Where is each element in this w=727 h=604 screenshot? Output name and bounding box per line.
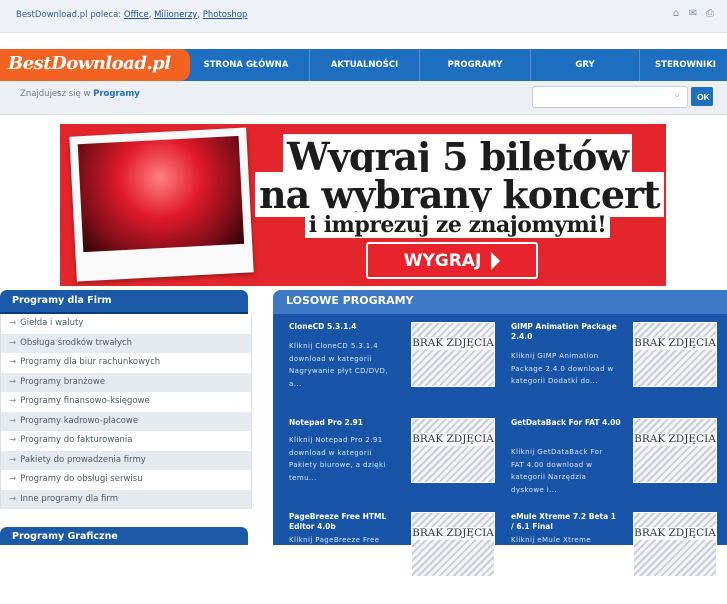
arrow-icon: → bbox=[9, 337, 17, 348]
sidebar-item[interactable]: → Programy finansowo-księgowe bbox=[1, 392, 251, 412]
sidebar-item[interactable]: → Programy branżowe bbox=[1, 372, 251, 392]
banner-win-button[interactable]: WYGRAJ bbox=[366, 242, 538, 279]
banner-line-3: i imprezuj ze znajomymi! bbox=[255, 212, 660, 238]
random-programs-panel: LOSOWE PROGRAMY CloneCD 5.3.1.4 Kliknij … bbox=[273, 290, 727, 577]
program-name[interactable]: Notepad Pro 2.91 bbox=[289, 418, 399, 428]
mail-icon[interactable]: ✉ bbox=[688, 9, 698, 19]
program-card[interactable]: eMule Xtreme 7.2 Beta 1 / 6.1 Final Klik… bbox=[511, 512, 727, 604]
sidebar-item[interactable]: → Inne programy dla firm bbox=[1, 489, 251, 509]
program-name[interactable]: GetDataBack For FAT 4.00 bbox=[511, 418, 621, 428]
link-photoshop[interactable]: Photoshop bbox=[203, 10, 248, 20]
program-card[interactable]: Notepad Pro 2.91 Kliknij Notepad Pro 2.9… bbox=[289, 418, 507, 510]
search-input[interactable] bbox=[533, 90, 675, 108]
sidebar-item[interactable]: → Programy dla biur rachunkowych bbox=[1, 353, 251, 373]
arrow-icon: → bbox=[9, 454, 17, 465]
sidebar-item[interactable]: → Giełda i waluty bbox=[1, 314, 251, 334]
arrow-icon: → bbox=[9, 435, 17, 445]
program-name[interactable]: eMule Xtreme 7.2 Beta 1 / 6.1 Final bbox=[511, 512, 621, 532]
nav-home[interactable]: STRONA GŁÓWNA bbox=[183, 49, 310, 81]
home-icon[interactable]: ⌂ bbox=[671, 9, 681, 19]
arrow-icon: → bbox=[9, 318, 17, 328]
program-name[interactable]: GIMP Animation Package 2.4.0 bbox=[511, 322, 621, 342]
print-icon[interactable]: ⎙ bbox=[705, 9, 715, 19]
no-image-label: BRAK ZDJĘCIA bbox=[412, 527, 494, 540]
search-ok-button[interactable]: OK bbox=[691, 87, 713, 106]
link-office[interactable]: Office bbox=[124, 10, 149, 20]
sidebar-item[interactable]: → Programy do fakturowania bbox=[1, 431, 251, 451]
no-image-label: BRAK ZDJĘCIA bbox=[634, 433, 716, 446]
nav-games[interactable]: GRY bbox=[531, 49, 640, 81]
program-thumbnail[interactable]: BRAK ZDJĘCIA bbox=[633, 322, 717, 387]
logo-text: BestDownload.pl bbox=[8, 53, 171, 74]
arrow-icon: → bbox=[9, 376, 17, 387]
nav-programs[interactable]: PROGRAMY bbox=[420, 49, 531, 81]
program-desc: Kliknij CloneCD 5.3.1.4 download w kateg… bbox=[289, 342, 388, 388]
recommends-prefix: BestDownload.pl poleca: bbox=[16, 10, 124, 20]
sidebar: Programy dla Firm → Giełda i waluty → Obsł… bbox=[0, 290, 252, 545]
no-image-label: BRAK ZDJĘCIA bbox=[412, 433, 494, 446]
concert-image bbox=[77, 135, 245, 253]
arrow-icon: → bbox=[9, 415, 17, 426]
program-desc: Kliknij GIMP Animation Package 2.4.0 dow… bbox=[511, 352, 614, 385]
link-milionerzy[interactable]: Milionerzy bbox=[154, 10, 197, 20]
sidebar-item[interactable]: → Programy kadrowo-płacowe bbox=[1, 411, 251, 431]
nav-news[interactable]: AKTUALNOŚCI bbox=[310, 49, 420, 81]
sidebar-item[interactable]: → Pakiety do prowadzenia firmy bbox=[1, 450, 251, 470]
program-desc: Kliknij GetDataBack For FAT 4.00 downloa… bbox=[511, 448, 603, 494]
program-name[interactable]: PageBreeze Free HTML Editor 4.0b bbox=[289, 512, 399, 532]
arrow-icon: → bbox=[9, 396, 17, 406]
search-icon[interactable]: ⌕ bbox=[674, 91, 680, 101]
breadcrumb: Znajdujesz się w Programy bbox=[20, 89, 140, 99]
recommends-bar: BestDownload.pl poleca: Office, Milioner… bbox=[16, 10, 248, 20]
top-icons: ⌂ ✉ ⎙ bbox=[671, 9, 715, 19]
promo-banner[interactable]: Wygraj 5 biletów na wybrany koncert i im… bbox=[60, 124, 666, 286]
breadcrumb-prefix: Znajdujesz się w bbox=[20, 89, 91, 99]
concert-photo bbox=[69, 127, 254, 282]
sidebar-list: → Giełda i waluty → Obsługa środków trwały… bbox=[0, 314, 252, 509]
banner-line-2: na wybrany koncert bbox=[255, 172, 664, 217]
random-title: LOSOWE PROGRAMY bbox=[286, 294, 414, 307]
program-card[interactable]: GetDataBack For FAT 4.00 Kliknij GetData… bbox=[511, 418, 727, 510]
program-desc: Kliknij Notepad Pro 2.91 download w kate… bbox=[289, 436, 386, 482]
main-nav: STRONA GŁÓWNA AKTUALNOŚCI PROGRAMY GRY S… bbox=[183, 49, 727, 81]
program-card[interactable]: CloneCD 5.3.1.4 Kliknij CloneCD 5.3.1.4 … bbox=[289, 322, 507, 414]
program-card[interactable]: GIMP Animation Package 2.4.0 Kliknij GIM… bbox=[511, 322, 727, 414]
top-bar: BestDownload.pl poleca: Office, Milioner… bbox=[0, 0, 727, 33]
program-thumbnail[interactable]: BRAK ZDJĘCIA bbox=[633, 418, 717, 483]
nav-drivers[interactable]: STEROWNIKI bbox=[640, 49, 727, 81]
site-logo[interactable]: BestDownload.pl bbox=[0, 49, 190, 81]
breadcrumb-current[interactable]: Programy bbox=[93, 89, 140, 99]
program-thumbnail[interactable]: BRAK ZDJĘCIA bbox=[411, 418, 495, 483]
sidebar-header: Programy dla Firm bbox=[0, 290, 248, 314]
search-box: ⌕ bbox=[532, 86, 688, 108]
arrow-icon: → bbox=[9, 493, 17, 504]
sidebar-title-2: Programy Graficzne bbox=[12, 531, 118, 542]
arrow-right-icon bbox=[491, 251, 501, 270]
sidebar-item[interactable]: → Programy do obsługi serwisu bbox=[1, 470, 251, 490]
program-name[interactable]: CloneCD 5.3.1.4 bbox=[289, 322, 399, 332]
sidebar-item[interactable]: → Obsługa środków trwałych bbox=[1, 333, 251, 353]
arrow-icon: → bbox=[9, 474, 17, 484]
program-thumbnail[interactable]: BRAK ZDJĘCIA bbox=[411, 322, 495, 387]
program-card[interactable]: PageBreeze Free HTML Editor 4.0b Kliknij… bbox=[289, 512, 507, 604]
sidebar-header-2: Programy Graficzne bbox=[0, 527, 248, 545]
sidebar-title: Programy dla Firm bbox=[12, 295, 112, 306]
no-image-label: BRAK ZDJĘCIA bbox=[634, 337, 716, 350]
arrow-icon: → bbox=[9, 357, 17, 367]
no-image-label: BRAK ZDJĘCIA bbox=[412, 337, 494, 350]
no-image-label: BRAK ZDJĘCIA bbox=[634, 527, 716, 540]
